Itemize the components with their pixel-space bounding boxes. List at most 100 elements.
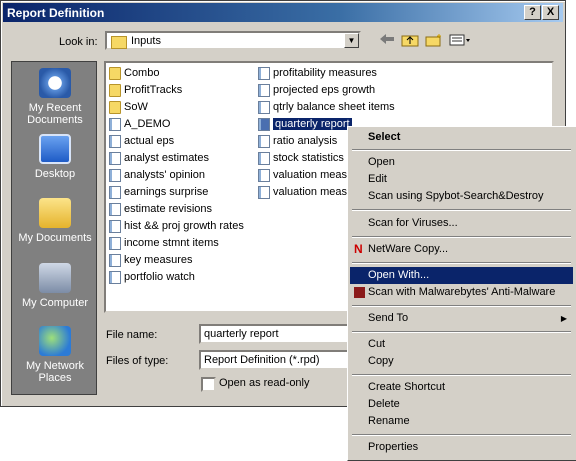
menu-separator <box>352 262 571 264</box>
document-icon <box>109 202 121 216</box>
read-only-label: Open as read-only <box>219 377 310 389</box>
document-icon <box>258 168 270 182</box>
folder-icon <box>109 100 121 114</box>
menu-label: Scan using Spybot-Search&Destroy <box>368 190 544 202</box>
files-of-type-select[interactable]: Report Definition (*.rpd) <box>199 350 349 370</box>
file-item[interactable]: estimate revisions <box>109 201 212 217</box>
menu-item-copy[interactable]: Copy <box>350 353 573 370</box>
menu-item-rename[interactable]: Rename <box>350 413 573 430</box>
file-item[interactable]: profitability measures <box>258 65 377 81</box>
file-item[interactable]: qtrly balance sheet items <box>258 99 395 115</box>
my-computer-icon <box>39 263 71 293</box>
menu-label: NetWare Copy... <box>368 243 449 255</box>
view-menu-icon[interactable] <box>448 33 472 49</box>
document-icon <box>258 100 270 114</box>
back-arrow-icon[interactable] <box>377 33 397 49</box>
document-icon <box>258 117 270 131</box>
file-label: portfolio watch <box>124 271 195 283</box>
dialog-title: Report Definition <box>7 6 105 20</box>
menu-label: Scan for Viruses... <box>368 217 458 229</box>
network-places-icon <box>39 326 71 356</box>
close-button[interactable]: X <box>542 5 559 20</box>
place-my-documents[interactable]: My Documents <box>12 198 98 244</box>
menu-item-send-to[interactable]: Send To ▶ <box>350 310 573 327</box>
places-bar: My Recent Documents Desktop My Documents… <box>11 61 97 395</box>
menu-label: Properties <box>368 441 419 453</box>
menu-label: Edit <box>368 173 387 185</box>
file-label: stock statistics <box>273 152 344 164</box>
menu-separator <box>352 236 571 238</box>
menu-label: Copy <box>368 355 394 367</box>
place-label: My Documents <box>18 232 92 244</box>
folder-item[interactable]: SoW <box>109 99 148 115</box>
menu-item-create-shortcut[interactable]: Create Shortcut <box>350 379 573 396</box>
file-item[interactable]: analyst estimates <box>109 150 209 166</box>
recent-documents-icon <box>39 68 71 98</box>
file-item[interactable]: valuation measu <box>258 184 353 200</box>
folder-item[interactable]: ProfitTracks <box>109 82 182 98</box>
menu-item-edit[interactable]: Edit <box>350 171 573 188</box>
title-bar[interactable]: Report Definition ? X <box>3 3 563 22</box>
look-in-combo[interactable]: Inputs ▼ <box>105 31 361 50</box>
file-item[interactable]: projected eps growth <box>258 82 375 98</box>
menu-label: Scan with Malwarebytes' Anti-Malware <box>368 286 556 298</box>
menu-item-netware-copy[interactable]: N NetWare Copy... <box>350 241 573 258</box>
menu-item-cut[interactable]: Cut <box>350 336 573 353</box>
file-item[interactable]: hist && proj growth rates <box>109 218 244 234</box>
place-my-computer[interactable]: My Computer <box>12 263 98 309</box>
file-label: qtrly balance sheet items <box>273 101 395 113</box>
file-item[interactable]: stock statistics <box>258 150 344 166</box>
file-item[interactable]: actual eps <box>109 133 174 149</box>
menu-item-malwarebytes-scan[interactable]: Scan with Malwarebytes' Anti-Malware <box>350 284 573 301</box>
menu-label: Send To <box>368 312 409 324</box>
file-label: valuation measu <box>273 169 354 181</box>
file-item[interactable]: ratio analysis <box>258 133 337 149</box>
place-label: My Computer <box>21 297 89 309</box>
context-menu: Select Open Edit Scan using Spybot-Searc… <box>347 126 576 461</box>
menu-label: Open With... <box>368 269 430 281</box>
netware-icon: N <box>354 242 363 256</box>
menu-label: Cut <box>368 338 386 350</box>
place-my-network-places[interactable]: My Network Places <box>12 326 98 384</box>
file-item[interactable]: analysts' opinion <box>109 167 205 183</box>
chevron-down-icon[interactable]: ▼ <box>344 33 359 48</box>
menu-item-properties[interactable]: Properties <box>350 439 573 456</box>
menu-separator <box>352 331 571 333</box>
folder-item[interactable]: Combo <box>109 65 159 81</box>
file-label: profitability measures <box>273 67 377 79</box>
file-label: projected eps growth <box>273 84 376 96</box>
file-item[interactable]: key measures <box>109 252 192 268</box>
file-item[interactable]: portfolio watch <box>109 269 195 285</box>
menu-item-open[interactable]: Open <box>350 154 573 171</box>
file-item[interactable]: income stmnt items <box>109 235 219 251</box>
document-icon <box>258 66 270 80</box>
menu-item-spybot-scan[interactable]: Scan using Spybot-Search&Destroy <box>350 188 573 205</box>
document-icon <box>258 151 270 165</box>
menu-item-select[interactable]: Select <box>350 129 573 146</box>
menu-item-scan-viruses[interactable]: Scan for Viruses... <box>350 215 573 232</box>
file-label: earnings surprise <box>124 186 209 198</box>
file-name-input[interactable]: quarterly report <box>199 324 349 344</box>
new-folder-icon[interactable] <box>424 33 444 49</box>
file-label: quarterly report <box>272 117 353 131</box>
read-only-checkbox[interactable] <box>201 377 216 392</box>
file-label: hist && proj growth rates <box>124 220 244 232</box>
file-item[interactable]: earnings surprise <box>109 184 208 200</box>
file-item[interactable]: valuation measu <box>258 167 353 183</box>
place-desktop[interactable]: Desktop <box>12 134 98 180</box>
place-label: My Network Places <box>25 360 85 384</box>
file-item[interactable]: A_DEMO <box>109 116 170 132</box>
menu-label: Select <box>368 131 401 143</box>
place-recent-documents[interactable]: My Recent Documents <box>12 68 98 126</box>
files-of-type-label: Files of type: <box>106 355 169 367</box>
document-icon <box>109 134 121 148</box>
menu-item-open-with[interactable]: Open With... <box>350 267 573 284</box>
place-label: My Recent Documents <box>27 102 83 126</box>
help-button[interactable]: ? <box>524 5 541 20</box>
document-icon <box>109 185 121 199</box>
file-item-selected[interactable]: quarterly report <box>258 116 353 132</box>
malwarebytes-icon <box>354 287 365 298</box>
up-folder-icon[interactable] <box>400 33 420 49</box>
menu-item-delete[interactable]: Delete <box>350 396 573 413</box>
document-icon <box>109 253 121 267</box>
